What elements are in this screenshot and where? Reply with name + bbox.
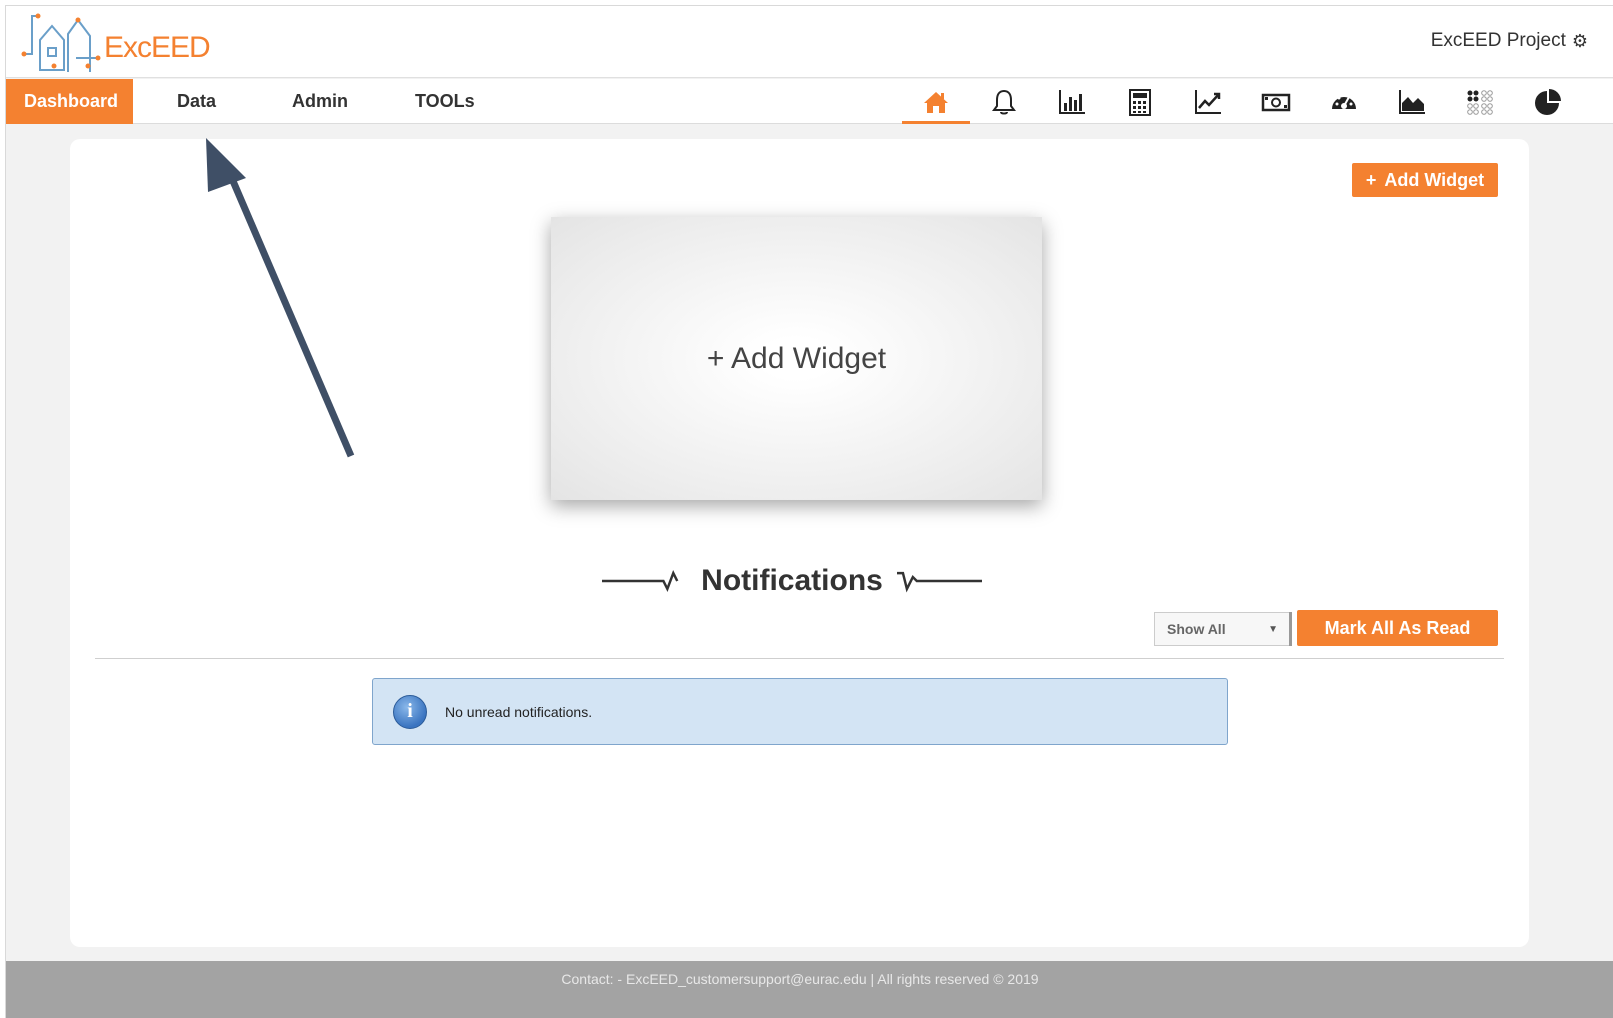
footer: Contact: - ExcEED_customersupport@eurac.… xyxy=(6,961,1613,1018)
bell-icon[interactable] xyxy=(970,79,1038,124)
area-chart-icon[interactable] xyxy=(1378,79,1446,124)
project-label: ExcEED Project xyxy=(1430,30,1566,51)
info-alert: i No unread notifications. xyxy=(372,678,1228,745)
app-window: ExcEED ExcEED Project ⚙ Dashboard Data A… xyxy=(5,5,1613,1018)
line-chart-icon[interactable] xyxy=(1174,79,1242,124)
home-icon[interactable] xyxy=(902,79,970,124)
chevron-down-icon: ▼ xyxy=(1268,623,1278,635)
info-icon: i xyxy=(393,694,427,729)
notifications-title: Notifications xyxy=(701,564,883,597)
pie-chart-icon[interactable] xyxy=(1514,79,1582,124)
plus-icon: + xyxy=(1365,169,1377,190)
notifications-filter-select[interactable]: Show All ▼ xyxy=(1154,612,1291,646)
bar-chart-icon[interactable] xyxy=(1038,79,1106,124)
divider xyxy=(95,658,1504,659)
mark-all-read-button[interactable]: Mark All As Read xyxy=(1297,610,1498,646)
logo-text: ExcEED xyxy=(104,31,211,64)
footer-text: Contact: - ExcEED_customersupport@eurac.… xyxy=(561,971,1039,987)
pulse-line-left-icon xyxy=(602,569,679,593)
annotation-arrow-icon xyxy=(206,138,355,458)
logo[interactable]: ExcEED xyxy=(18,10,218,76)
nav-item-data[interactable]: Data xyxy=(159,79,234,124)
filter-selected-value: Show All xyxy=(1167,621,1226,637)
header: ExcEED ExcEED Project ⚙ xyxy=(6,6,1613,78)
pulse-line-right-icon xyxy=(896,571,982,593)
project-selector[interactable]: ExcEED Project ⚙ xyxy=(1431,30,1588,52)
gears-icon: ⚙ xyxy=(1571,30,1588,51)
alert-message: No unread notifications. xyxy=(445,703,593,720)
dashboard-icon[interactable] xyxy=(1310,79,1378,124)
nav-item-admin[interactable]: Admin xyxy=(274,79,366,124)
main-nav: Dashboard Data Admin TOOLs xyxy=(6,79,1613,124)
tool-icon-bar xyxy=(902,79,1582,124)
add-widget-placeholder-text: + Add Widget xyxy=(706,341,887,375)
notifications-heading: Notifications xyxy=(602,559,982,603)
nav-item-dashboard[interactable]: Dashboard xyxy=(6,79,133,124)
add-widget-placeholder[interactable]: + Add Widget xyxy=(551,217,1042,500)
add-widget-label: Add Widget xyxy=(1384,169,1485,190)
nav-item-tools[interactable]: TOOLs xyxy=(397,79,493,124)
add-widget-button[interactable]: + Add Widget xyxy=(1352,163,1498,197)
calculator-icon[interactable] xyxy=(1106,79,1174,124)
dots-grid-icon[interactable] xyxy=(1446,79,1514,124)
select-edge xyxy=(1289,612,1292,646)
money-icon[interactable] xyxy=(1242,79,1310,124)
